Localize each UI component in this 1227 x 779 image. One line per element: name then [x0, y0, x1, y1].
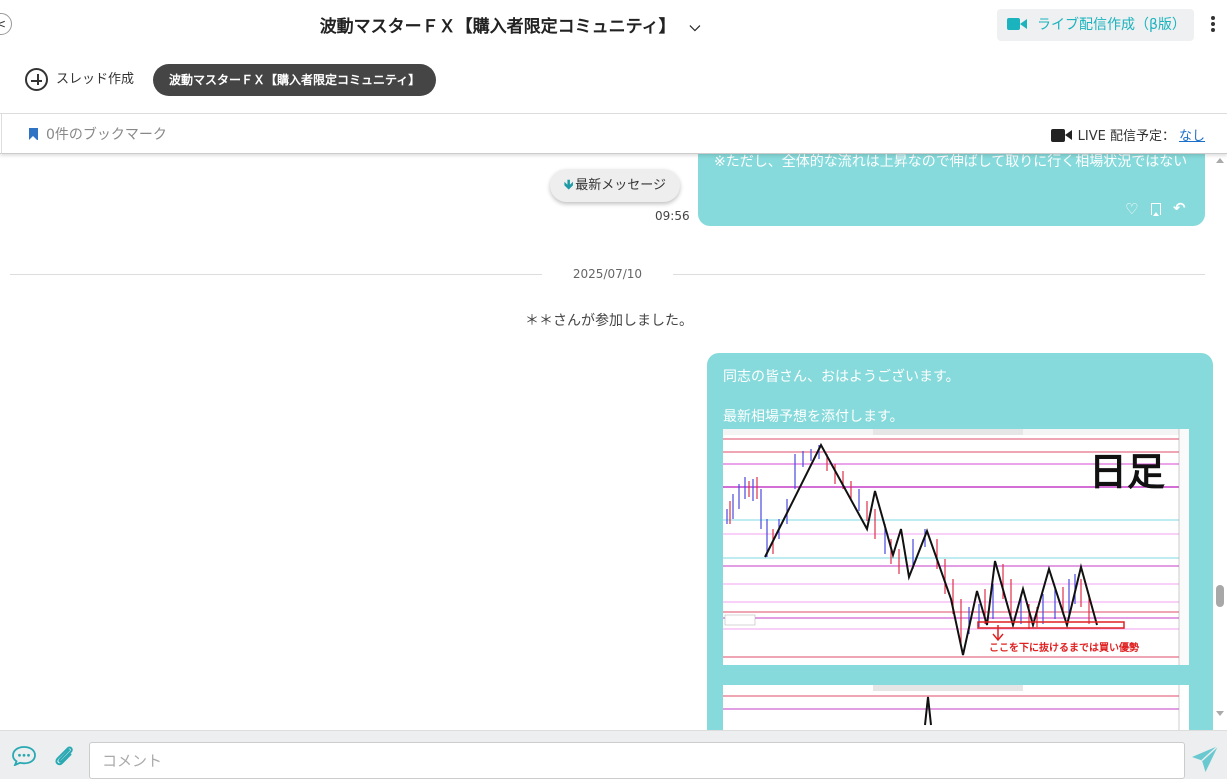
community-title: 波動マスターＦＸ【購入者限定コミュニティ】 [319, 17, 676, 37]
thread-bar: スレッド作成 波動マスターＦＸ【購入者限定コミュニティ】 [0, 50, 1227, 114]
bookmark-icon[interactable] [1151, 203, 1161, 216]
message-timestamp: 09:56 [655, 209, 690, 223]
thread-tab-active[interactable]: 波動マスターＦＸ【購入者限定コミュニティ】 [153, 64, 437, 96]
paperclip-icon[interactable] [52, 744, 76, 768]
date-label: 2025/07/10 [572, 267, 643, 281]
composer [0, 730, 1227, 779]
scroll-up-icon[interactable] [1216, 158, 1224, 163]
scrollbar[interactable] [1213, 154, 1227, 730]
message-text: 同志の皆さん、おはようございます。 最新相場予想を添付します。 [723, 367, 960, 427]
scroll-down-icon[interactable] [1216, 711, 1224, 716]
reply-icon[interactable] [1173, 198, 1187, 219]
bookmark-bar: 0件のブックマーク LIVE 配信予定： なし [0, 114, 1227, 154]
chat-bubble-icon[interactable] [12, 746, 36, 766]
send-icon[interactable] [1191, 745, 1219, 773]
system-notice: ＊＊さんが参加しました。 [525, 313, 693, 329]
chat-timeline[interactable]: ※ただし、全体的な流れは上昇なので伸ばして取りに行く相場状況ではない 🡻最新メッ… [0, 154, 1213, 730]
create-live-label: ライブ配信作成（β版） [1037, 17, 1186, 33]
arrow-down-icon: 🡻 [563, 178, 574, 193]
bookmark-count[interactable]: 0件のブックマーク [29, 124, 167, 144]
divider [10, 274, 542, 275]
chart-image-attachment[interactable]: ここを下に抜けるまでは買い優勢 日足 [723, 429, 1189, 665]
latest-message-button[interactable]: 🡻 最新メッセージ [550, 169, 680, 202]
more-options-icon[interactable] [1208, 14, 1218, 36]
divider [1, 114, 2, 154]
chart-annotation: ここを下に抜けるまでは買い優勢 [989, 641, 1139, 654]
plus-circle-icon [25, 68, 48, 91]
create-live-button[interactable]: ライブ配信作成（β版） [997, 9, 1194, 41]
message-line: 最新相場予想を添付します。 [723, 409, 904, 425]
message-text: ※ただし、全体的な流れは上昇なので伸ばして取りに行く相場状況ではない [714, 154, 1188, 170]
new-thread-label: スレッド作成 [56, 72, 135, 87]
message-actions [1125, 198, 1187, 220]
latest-message-label: 最新メッセージ [575, 178, 667, 193]
video-camera-icon [1050, 129, 1072, 142]
chart-image-attachment[interactable] [723, 685, 1189, 730]
new-thread-button[interactable]: スレッド作成 [25, 68, 134, 92]
message-line: 同志の皆さん、おはようございます。 [723, 369, 960, 385]
divider [673, 274, 1205, 275]
like-icon[interactable] [1125, 199, 1139, 220]
bookmark-count-label: 0件のブックマーク [46, 127, 167, 143]
message-line [723, 387, 960, 407]
page-title[interactable]: 波動マスターＦＸ【購入者限定コミュニティ】 ⌵ [0, 12, 1020, 37]
header: < 波動マスターＦＸ【購入者限定コミュニティ】 ⌵ ライブ配信作成（β版） [0, 0, 1227, 50]
candlestick-chart-image: ここを下に抜けるまでは買い優勢 日足 [723, 429, 1189, 665]
live-schedule: LIVE 配信予定： なし [1050, 125, 1205, 144]
video-camera-icon [1007, 17, 1027, 31]
date-separator: 2025/07/10 [10, 267, 1205, 281]
bookmark-icon [29, 128, 38, 140]
chevron-down-icon[interactable]: ⌵ [690, 19, 701, 35]
scrollbar-thumb[interactable] [1216, 585, 1224, 607]
message-bubble: 同志の皆さん、おはようございます。 最新相場予想を添付します。 ここを下に抜ける… [707, 353, 1213, 730]
chart-timeframe-label: 日足 [1089, 450, 1165, 494]
live-schedule-link[interactable]: なし [1179, 129, 1205, 144]
live-schedule-label: LIVE 配信予定： [1077, 129, 1175, 144]
comment-input[interactable] [89, 742, 1185, 779]
candlestick-chart-image [723, 685, 1189, 730]
message-bubble: ※ただし、全体的な流れは上昇なので伸ばして取りに行く相場状況ではない [698, 154, 1205, 226]
